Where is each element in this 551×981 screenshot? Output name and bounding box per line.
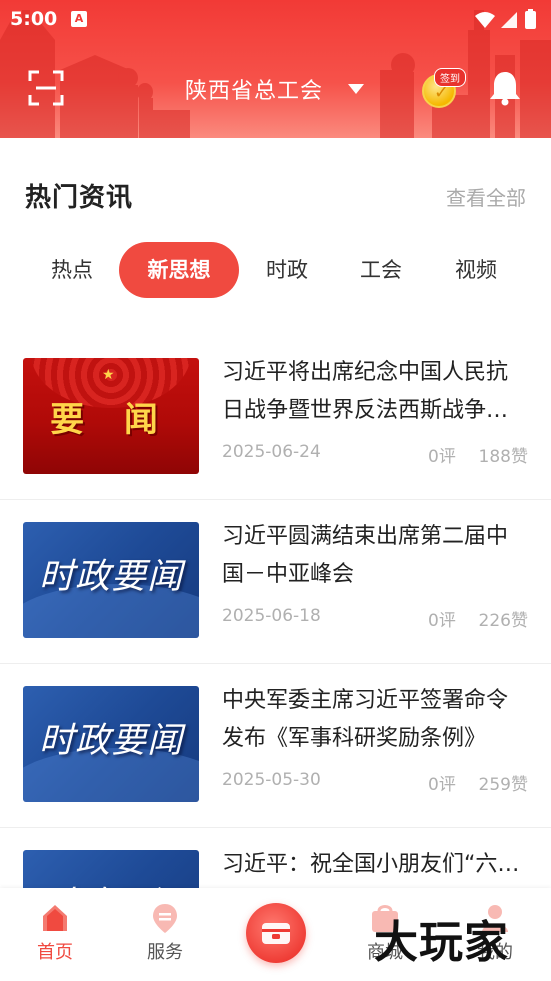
home-icon: [43, 905, 67, 931]
checkin-button[interactable]: ✓ 签到: [418, 68, 474, 110]
signal-icon: [501, 12, 517, 28]
news-likes: 259赞: [478, 775, 528, 795]
scan-icon[interactable]: [28, 70, 64, 106]
news-likes: 188赞: [478, 447, 528, 467]
news-thumbnail: 时政要闻: [23, 522, 199, 638]
view-all-link[interactable]: 查看全部: [446, 182, 526, 211]
news-date: 2025-06-18: [222, 606, 321, 626]
news-comments: 0评: [428, 611, 456, 631]
nav-label: 首页: [37, 942, 73, 963]
news-title: 习近平将出席纪念中国人民抗日战争暨世界反法西斯战争胜利80周年: [222, 360, 509, 423]
tab-new-thought[interactable]: 新思想: [119, 242, 239, 298]
star-icon: ★: [102, 367, 115, 383]
bottom-nav: 首页 服务 商城 我的 大玩家: [0, 888, 551, 981]
section-title: 热门资讯: [25, 183, 134, 213]
tab-hotspot[interactable]: 热点: [36, 242, 108, 298]
thumbnail-text: 要 闻: [50, 400, 172, 440]
tab-politics[interactable]: 时政: [251, 242, 323, 298]
news-title: 习近平圆满结束出席第二届中国－中亚峰会: [222, 524, 509, 587]
header: 5:00 A 陕西省总工会 ✓ 签到: [0, 0, 551, 138]
wifi-icon: [475, 12, 495, 28]
nav-label: 服务: [147, 942, 183, 963]
status-bar: 5:00 A: [0, 0, 551, 38]
news-title: 习近平：祝全国小朋友们“六一”国际儿童节快乐: [222, 852, 498, 877]
org-selector-title[interactable]: 陕西省总工会: [185, 73, 323, 105]
nav-service[interactable]: 服务: [110, 888, 220, 981]
wallet-icon: [262, 923, 290, 944]
news-comments: 0评: [428, 447, 456, 467]
news-likes: 226赞: [478, 611, 528, 631]
thumbnail-text: 时政要闻: [38, 721, 183, 761]
news-item[interactable]: ★ 要 闻 习近平将出席纪念中国人民抗日战争暨世界反法西斯战争胜利80周年 20…: [0, 336, 551, 500]
status-time: 5:00: [10, 8, 58, 30]
chevron-down-icon[interactable]: [347, 83, 365, 95]
service-icon: [153, 904, 177, 933]
news-item[interactable]: 时政要闻 中央军委主席习近平签署命令 发布《军事科研奖励条例》 2025-05-…: [0, 664, 551, 828]
app-root: 5:00 A 陕西省总工会 ✓ 签到 热门资讯 查看全部 热点 新思想 时政 工…: [0, 0, 551, 981]
bell-icon[interactable]: [488, 70, 522, 106]
battery-icon: [525, 11, 536, 29]
news-thumbnail: ★ 要 闻: [23, 358, 199, 474]
thumbnail-text: 时政要闻: [38, 557, 183, 597]
tab-union[interactable]: 工会: [345, 242, 417, 298]
news-tabs: 热点 新思想 时政 工会 视频: [0, 242, 551, 298]
news-item[interactable]: 时政要闻 习近平圆满结束出席第二届中国－中亚峰会 2025-06-18 0评 2…: [0, 500, 551, 664]
news-date: 2025-06-24: [222, 442, 321, 462]
checkin-badge: 签到: [434, 68, 466, 87]
news-comments: 0评: [428, 775, 456, 795]
news-title: 中央军委主席习近平签署命令 发布《军事科研奖励条例》: [222, 688, 509, 751]
watermark-text: 大玩家: [374, 917, 509, 968]
tab-video[interactable]: 视频: [440, 242, 512, 298]
news-date: 2025-05-30: [222, 770, 321, 790]
status-icons: [475, 9, 536, 29]
app-notification-icon: A: [71, 11, 87, 27]
news-thumbnail: 时政要闻: [23, 686, 199, 802]
nav-home[interactable]: 首页: [0, 888, 110, 981]
center-action-button[interactable]: [246, 903, 306, 963]
